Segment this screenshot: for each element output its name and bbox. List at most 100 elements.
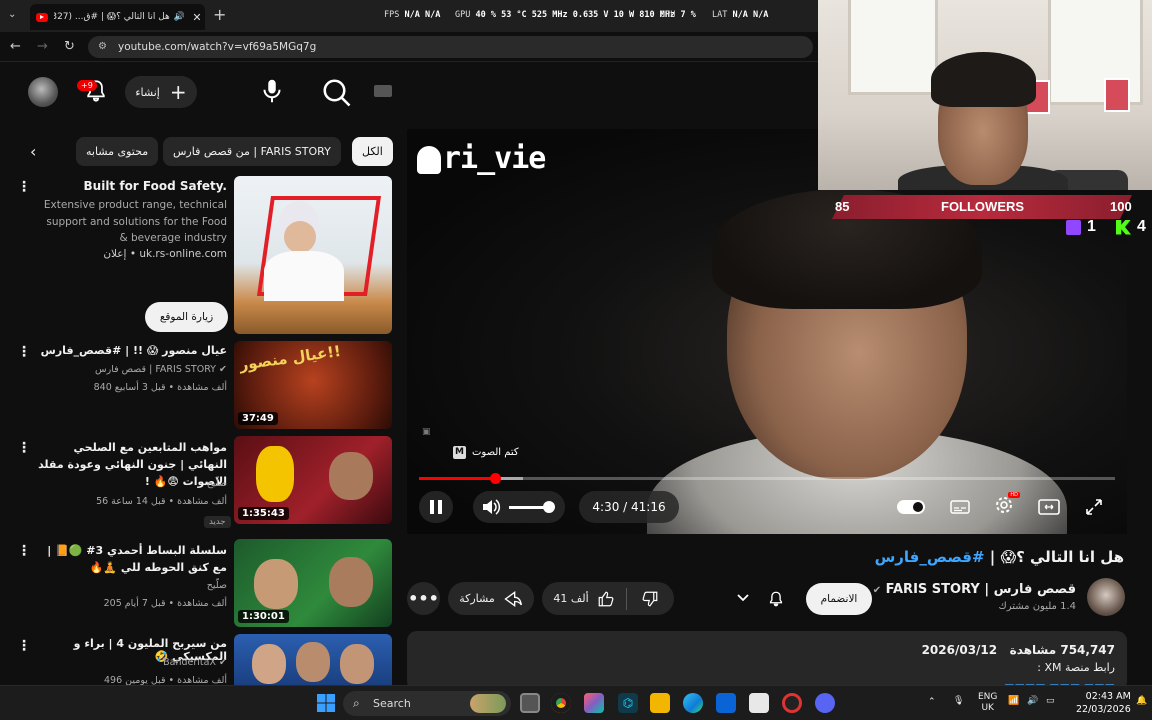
- sidebar-item-3-title[interactable]: سلسلة البساط أحمدي 3# 🟢📙 | مع كنق الحوطه…: [37, 542, 227, 576]
- thumb-4-face-2: [296, 642, 330, 682]
- settings-button[interactable]: HD: [994, 492, 1020, 519]
- reload-icon[interactable]: ↻: [64, 39, 75, 54]
- sidebar-item-4-more-icon[interactable]: ⋮: [17, 639, 31, 653]
- keyboard-icon[interactable]: [374, 85, 392, 97]
- sidebar-thumbnail-4[interactable]: [234, 634, 392, 686]
- notification-center-icon[interactable]: 🔔: [1136, 696, 1147, 707]
- chip-similar[interactable]: محتوى مشابه: [76, 137, 159, 166]
- share-button[interactable]: مشاركة: [448, 582, 534, 615]
- edge-icon[interactable]: [683, 693, 703, 713]
- perf-fps: FPS N/A N/A: [384, 10, 441, 20]
- description-text: رابط منصة XM :: [1037, 661, 1115, 674]
- channel-name[interactable]: قصص فارس | FARIS STORY ✔: [873, 582, 1076, 597]
- tab-list-chevron-icon[interactable]: ⌄: [8, 9, 16, 20]
- chips-back-chevron-icon[interactable]: ‹: [30, 142, 36, 161]
- ad-title[interactable]: Built for Food Safety.: [84, 179, 227, 193]
- chevron-down-icon[interactable]: [736, 588, 750, 608]
- like-count: 41 ألف: [553, 592, 589, 605]
- volume-control[interactable]: [473, 491, 565, 523]
- scrubber-handle[interactable]: [489, 473, 501, 484]
- verified-icon: ✔: [872, 585, 882, 596]
- chip-from-channel[interactable]: من قصص فارس | FARIS STORY: [163, 137, 341, 166]
- create-button[interactable]: إنشاء +: [125, 76, 197, 108]
- chrome-icon[interactable]: [551, 693, 571, 713]
- visit-site-button[interactable]: زيارة الموقع: [145, 302, 228, 332]
- discord-icon[interactable]: [815, 693, 835, 713]
- audio-playing-icon[interactable]: 🔊: [174, 12, 185, 22]
- search-icon[interactable]: [318, 74, 354, 110]
- copilot-icon[interactable]: [584, 693, 604, 713]
- sidebar-item-1-channel[interactable]: قصص فارس | FARIS STORY ✔: [95, 364, 227, 375]
- sidebar-item-1-title[interactable]: عيال منصور 😱 !! | #قصص_فارس: [37, 344, 227, 357]
- tray-chevron-icon[interactable]: ⌃: [928, 697, 936, 708]
- tray-mic-icon[interactable]: 🎙: [953, 696, 964, 707]
- video-title-hashtag[interactable]: #قصص_فارس: [875, 548, 985, 566]
- new-tab-button[interactable]: +: [213, 5, 226, 24]
- taskbar-search-label: Search: [373, 697, 411, 710]
- sidebar-item-2-title[interactable]: مواهب المتابعين مع الصلحي النهائي | جنون…: [37, 439, 227, 490]
- language-indicator[interactable]: ENG UK: [978, 692, 997, 714]
- voice-search-mic-icon[interactable]: [257, 76, 287, 106]
- thumb-1-art-text: عيال منصور!!: [238, 341, 342, 375]
- ad-face: [284, 221, 316, 253]
- pause-icon: [430, 500, 442, 514]
- more-actions-button[interactable]: •••: [407, 582, 440, 615]
- description-box[interactable]: 754,747 مشاهدة 2026/03/12 رابط منصة XM :…: [407, 631, 1127, 691]
- time-display: 4:30 / 41:16: [579, 491, 679, 523]
- windows-start-icon[interactable]: [316, 693, 336, 713]
- outlook-icon[interactable]: [716, 693, 736, 713]
- channel-avatar[interactable]: [1087, 578, 1125, 616]
- verified-icon: ✔: [219, 364, 227, 375]
- task-view-icon[interactable]: [520, 693, 540, 713]
- like-button[interactable]: 41 ألف: [542, 590, 626, 608]
- account-avatar[interactable]: [28, 77, 58, 107]
- speaker-icon[interactable]: 🔊: [1027, 696, 1038, 707]
- sidebar-item-4-channel[interactable]: BanderitaX ✔: [163, 657, 227, 668]
- sidebar-item-3-more-icon[interactable]: ⋮: [17, 544, 31, 558]
- wifi-icon[interactable]: 📶: [1008, 696, 1019, 707]
- volume-slider[interactable]: [509, 500, 555, 513]
- chip-all[interactable]: الكل: [352, 137, 393, 166]
- duration-badge: 1:30:01: [238, 610, 289, 623]
- webcam-poster-2: [1104, 78, 1130, 112]
- volume-knob[interactable]: [543, 500, 555, 513]
- sidebar-thumbnail-3[interactable]: 1:30:01: [234, 539, 392, 627]
- sidebar-thumbnail-2[interactable]: 1:35:43: [234, 436, 392, 524]
- taskbar-search[interactable]: ⌕ Search: [343, 691, 511, 716]
- recorder-icon[interactable]: [782, 693, 802, 713]
- mute-shortcut-key: M: [453, 446, 466, 459]
- taskbar-clock[interactable]: 02:43 AM 22/03/2026: [1076, 690, 1131, 716]
- sidebar-item-2-channel[interactable]: صلّيح: [207, 478, 227, 489]
- theater-mode-icon[interactable]: [1038, 499, 1061, 515]
- dislike-button[interactable]: [627, 590, 673, 608]
- forward-arrow-icon[interactable]: →: [37, 39, 48, 54]
- join-button[interactable]: الانضمام: [806, 583, 872, 615]
- sidebar-item-2-more-icon[interactable]: ⋮: [17, 441, 31, 455]
- sidebar-item-3-channel[interactable]: صلّيح: [207, 580, 227, 591]
- perf-gpu: GPU 40 % 53 °C 525 MHz 0.635 V 10 W 810 …: [455, 10, 676, 20]
- duration-badge: 1:35:43: [238, 507, 289, 520]
- subscribe-bell-button[interactable]: [760, 583, 792, 615]
- ad-thumbnail[interactable]: [234, 176, 392, 334]
- progress-bar[interactable]: [419, 473, 1115, 484]
- like-dislike-bar: 41 ألف: [542, 582, 674, 615]
- browser-tab[interactable]: هل انا التالي ؟😱 | #ق... (327) 🔊 ✕: [30, 4, 205, 30]
- sidebar-thumbnail-1[interactable]: عيال منصور!! 37:49: [234, 341, 392, 429]
- terminal-icon[interactable]: ⌬: [618, 693, 638, 713]
- autoplay-toggle[interactable]: [897, 500, 926, 514]
- close-tab-icon[interactable]: ✕: [189, 11, 205, 24]
- back-arrow-icon[interactable]: ←: [10, 39, 21, 54]
- address-bar[interactable]: ⚙ youtube.com/watch?v=vf69a5MGq7g: [88, 36, 813, 58]
- ad-more-icon[interactable]: ⋮: [17, 180, 31, 194]
- subtitles-icon[interactable]: [949, 500, 970, 514]
- fullscreen-icon[interactable]: [1085, 498, 1103, 516]
- file-explorer-icon[interactable]: [650, 693, 670, 713]
- store-icon[interactable]: [749, 693, 769, 713]
- twitch-icon: [1066, 219, 1081, 235]
- site-info-icon[interactable]: ⚙: [98, 36, 107, 58]
- volume-icon[interactable]: [481, 498, 501, 516]
- sidebar-item-1-more-icon[interactable]: ⋮: [17, 345, 31, 359]
- thumb-2-figure: [256, 446, 294, 502]
- pause-button[interactable]: [419, 491, 453, 523]
- battery-icon[interactable]: ▭: [1046, 696, 1055, 707]
